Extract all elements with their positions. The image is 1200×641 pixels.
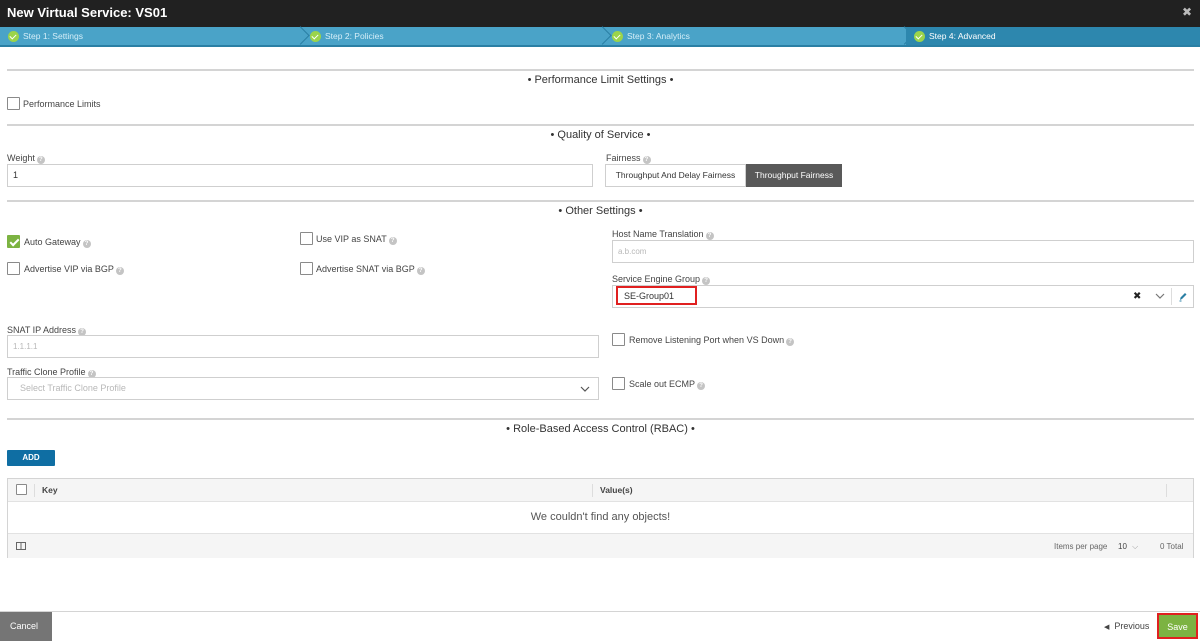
scale-out-ecmp-checkbox[interactable]: [612, 377, 625, 390]
column-toggle-icon[interactable]: [16, 542, 26, 550]
help-icon[interactable]: ?: [705, 232, 714, 240]
auto-gateway-checkbox[interactable]: [7, 235, 20, 248]
step-policies-tab[interactable]: Step 2: Policies: [302, 27, 600, 45]
check-circle-icon: [8, 31, 19, 42]
step-settings-tab[interactable]: Step 1: Settings: [0, 27, 300, 45]
qos-section-header: • Quality of Service •: [7, 124, 1194, 144]
help-icon[interactable]: ?: [82, 240, 91, 248]
chevron-down-icon: ⌵: [1132, 542, 1139, 551]
step-label: Step 4: Advanced: [929, 31, 996, 41]
help-icon[interactable]: ?: [416, 267, 425, 275]
step-advanced-tab[interactable]: Step 4: Advanced: [906, 27, 1200, 45]
performance-section-header: • Performance Limit Settings •: [7, 69, 1194, 89]
help-icon[interactable]: ?: [388, 237, 397, 245]
wizard-steps: Step 1: Settings Step 2: Policies Step 3…: [0, 27, 1200, 47]
empty-message: We couldn't find any objects!: [530, 511, 671, 523]
column-key[interactable]: Key: [42, 485, 58, 495]
clear-icon[interactable]: ✖: [1133, 286, 1141, 307]
rbac-section-header: • Role-Based Access Control (RBAC) •: [7, 418, 1194, 438]
snat-ip-input[interactable]: 1.1.1.1: [7, 335, 599, 358]
header-divider: [1166, 484, 1167, 497]
caret-left-icon: ◀: [1104, 624, 1110, 631]
check-circle-icon: [914, 31, 925, 42]
auto-gateway-label: Auto Gateway?: [24, 237, 91, 248]
help-icon[interactable]: ?: [786, 338, 795, 346]
remove-listening-port-checkbox[interactable]: [612, 333, 625, 346]
help-icon[interactable]: ?: [36, 156, 45, 164]
advertise-snat-bgp-checkbox[interactable]: [300, 262, 313, 275]
chevron-down-icon[interactable]: [1155, 293, 1165, 300]
advertise-snat-bgp-label: Advertise SNAT via BGP?: [316, 264, 425, 275]
use-vip-snat-label: Use VIP as SNAT?: [316, 234, 397, 245]
select-all-checkbox[interactable]: [16, 484, 27, 495]
host-name-translation-label: Host Name Translation?: [612, 229, 714, 240]
other-section-header: • Other Settings •: [7, 200, 1194, 220]
check-circle-icon: [612, 31, 623, 42]
close-icon[interactable]: ✖: [1182, 5, 1192, 19]
advertise-vip-bgp-checkbox[interactable]: [7, 262, 20, 275]
service-engine-group-label: Service Engine Group?: [612, 274, 711, 285]
table-header: Key Value(s): [8, 479, 1193, 502]
title-bar: New Virtual Service: VS01 ✖: [0, 0, 1200, 27]
help-icon[interactable]: ?: [697, 382, 706, 390]
help-icon[interactable]: ?: [642, 156, 651, 164]
total-count: 0 Total: [1160, 542, 1184, 551]
table-footer: Items per page 10 ⌵ 0 Total: [8, 533, 1193, 558]
performance-limits-label: Performance Limits: [23, 99, 101, 109]
header-divider: [34, 484, 35, 497]
items-per-page-select[interactable]: 10 ⌵: [1118, 542, 1138, 552]
divider: [1171, 288, 1172, 305]
previous-button[interactable]: ◀ Previous: [1104, 621, 1149, 631]
rbac-table: Key Value(s) We couldn't find any object…: [7, 478, 1194, 558]
chevron-down-icon: [580, 386, 590, 392]
save-button[interactable]: Save: [1157, 613, 1198, 639]
cancel-button[interactable]: Cancel: [0, 612, 52, 641]
edit-icon[interactable]: [1178, 291, 1188, 302]
traffic-clone-profile-select[interactable]: Select Traffic Clone Profile: [7, 377, 599, 400]
weight-input[interactable]: 1: [7, 164, 593, 187]
weight-label: Weight?: [7, 153, 45, 164]
use-vip-snat-checkbox[interactable]: [300, 232, 313, 245]
se-group-selected-value: SE-Group01: [616, 286, 697, 305]
window-title: New Virtual Service: VS01: [7, 5, 168, 20]
step-label: Step 2: Policies: [325, 31, 384, 41]
items-per-page-label: Items per page: [1054, 542, 1108, 551]
traffic-clone-placeholder: Select Traffic Clone Profile: [20, 383, 126, 393]
help-icon[interactable]: ?: [702, 277, 711, 285]
throughput-delay-fairness-button[interactable]: Throughput And Delay Fairness: [605, 164, 746, 187]
check-circle-icon: [310, 31, 321, 42]
performance-limits-checkbox[interactable]: [7, 97, 20, 110]
remove-listening-port-label: Remove Listening Port when VS Down?: [629, 335, 795, 346]
scale-out-ecmp-label: Scale out ECMP?: [629, 379, 706, 390]
header-divider: [592, 484, 593, 497]
column-values[interactable]: Value(s): [600, 485, 633, 495]
step-label: Step 1: Settings: [23, 31, 84, 41]
help-icon[interactable]: ?: [115, 267, 124, 275]
step-label: Step 3: Analytics: [627, 31, 690, 41]
fairness-label: Fairness?: [606, 153, 651, 164]
service-engine-group-select[interactable]: SE-Group01 ✖: [612, 285, 1194, 308]
step-analytics-tab[interactable]: Step 3: Analytics: [604, 27, 902, 45]
footer-divider: [0, 611, 1200, 612]
add-button[interactable]: ADD: [7, 450, 55, 466]
advertise-vip-bgp-label: Advertise VIP via BGP?: [24, 264, 124, 275]
throughput-fairness-button[interactable]: Throughput Fairness: [746, 164, 842, 187]
host-name-translation-input[interactable]: a.b.com: [612, 240, 1194, 263]
